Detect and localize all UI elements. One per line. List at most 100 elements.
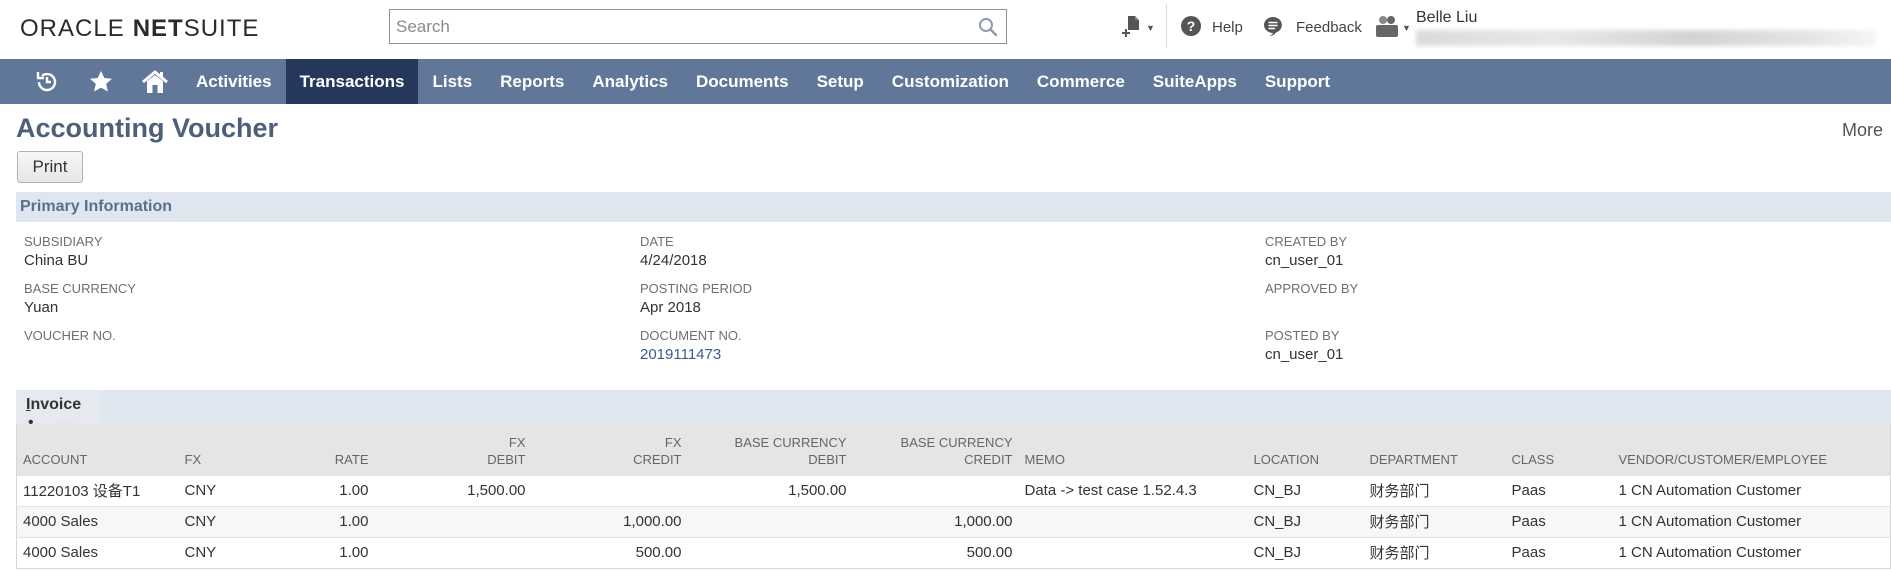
search-icon[interactable]: [978, 17, 998, 37]
cell-department: 财务部门: [1363, 474, 1506, 506]
col-base-credit-line2: CREDIT: [964, 451, 1013, 467]
new-record-icon: [1122, 14, 1144, 42]
field-label: SUBSIDIARY: [24, 234, 103, 249]
cell-department: 财务部门: [1363, 536, 1506, 568]
field-label: DATE: [640, 234, 674, 249]
main-nav: Activities Transactions Lists Reports An…: [0, 59, 1891, 104]
star-icon[interactable]: [74, 59, 128, 104]
chevron-down-icon: ▼: [1402, 22, 1411, 33]
col-memo[interactable]: MEMO: [1018, 424, 1248, 475]
nav-transactions[interactable]: Transactions: [285, 59, 419, 104]
col-rate[interactable]: RATE: [294, 424, 375, 475]
chevron-down-icon: ▼: [1146, 22, 1155, 33]
field-label: POSTING PERIOD: [640, 281, 752, 296]
field-value: cn_user_01: [1265, 252, 1344, 269]
field-label: CREATED BY: [1265, 234, 1348, 249]
field-label: VOUCHER NO.: [24, 328, 116, 343]
global-search[interactable]: [389, 9, 1007, 44]
tab-invoice[interactable]: Invoice •: [16, 390, 100, 431]
col-base-credit-line1: BASE CURRENCY: [900, 434, 1013, 450]
cell-base-credit: 1,000.00: [852, 505, 1019, 537]
col-base-debit-line1: BASE CURRENCY: [734, 434, 847, 450]
cell-fx: CNY: [178, 474, 295, 506]
oracle-netsuite-logo[interactable]: ORACLE NETSUITE: [20, 15, 259, 43]
col-account[interactable]: ACCOUNT: [16, 424, 179, 475]
roles-menu[interactable]: ▼: [1374, 0, 1411, 55]
cell-vendor: 1 CN Automation Customer: [1612, 474, 1891, 506]
table-header-row: ACCOUNT FX RATE FX DEBIT FX CREDIT BASE CU…: [16, 424, 1891, 475]
table-row[interactable]: 11220103 设备T1 CNY 1.00 1,500.00 1,500.00 Data…: [16, 474, 1891, 506]
nav-support[interactable]: Support: [1251, 59, 1344, 104]
col-department[interactable]: DEPARTMENT: [1363, 424, 1506, 475]
col-fx-credit[interactable]: FX CREDIT: [531, 424, 688, 475]
create-new-menu[interactable]: ▼: [1122, 0, 1155, 55]
cell-memo: [1018, 536, 1248, 568]
recent-records-icon[interactable]: [20, 59, 74, 104]
more-menu[interactable]: More: [1842, 120, 1883, 141]
col-fx[interactable]: FX: [178, 424, 295, 475]
cell-account: 11220103 设备T1: [16, 474, 179, 506]
cell-base-debit: [687, 505, 853, 537]
nav-activities[interactable]: Activities: [182, 59, 286, 104]
cell-account: 4000 Sales: [16, 536, 179, 568]
cell-fx-credit: [531, 474, 688, 506]
search-input[interactable]: [390, 10, 950, 43]
col-base-debit[interactable]: BASE CURRENCY DEBIT: [687, 424, 853, 475]
logo-oracle: ORACLE: [20, 15, 125, 42]
field-posting-period: POSTING PERIOD Apr 2018: [640, 281, 752, 316]
nav-analytics[interactable]: Analytics: [578, 59, 682, 104]
cell-vendor: 1 CN Automation Customer: [1612, 536, 1891, 568]
feedback-link[interactable]: Feedback: [1262, 0, 1362, 55]
print-button[interactable]: Print: [17, 151, 83, 183]
col-base-credit[interactable]: BASE CURRENCY CREDIT: [852, 424, 1019, 475]
table-row[interactable]: 4000 Sales CNY 1.00 1,000.00 1,000.00 CN_BJ 财务…: [16, 505, 1891, 537]
cell-memo: Data -> test case 1.52.4.3: [1018, 474, 1248, 506]
field-base-currency: BASE CURRENCY Yuan: [24, 281, 136, 316]
cell-base-debit: 1,500.00: [687, 474, 853, 506]
cell-fx-debit: 1,500.00: [374, 474, 532, 506]
nav-customization[interactable]: Customization: [878, 59, 1023, 104]
page-title: Accounting Voucher: [16, 113, 279, 143]
user-role-redacted: [1416, 30, 1876, 46]
field-label: BASE CURRENCY: [24, 281, 136, 296]
cell-fx-credit: 500.00: [531, 536, 688, 568]
cell-vendor: 1 CN Automation Customer: [1612, 505, 1891, 537]
cell-location: CN_BJ: [1247, 536, 1364, 568]
field-label: APPROVED BY: [1265, 281, 1359, 296]
document-no-link[interactable]: 2019111473: [640, 346, 742, 363]
col-fx-debit-line1: FX: [508, 434, 526, 450]
header-divider: [1166, 4, 1167, 48]
field-value: Apr 2018: [640, 299, 701, 316]
primary-information-header[interactable]: Primary Information: [16, 192, 1891, 222]
col-base-debit-line2: DEBIT: [808, 451, 847, 467]
nav-reports[interactable]: Reports: [486, 59, 578, 104]
cell-account: 4000 Sales: [16, 505, 179, 537]
cell-class: Paas: [1505, 536, 1613, 568]
svg-text:?: ?: [1187, 18, 1196, 34]
nav-lists[interactable]: Lists: [418, 59, 486, 104]
cell-rate: 1.00: [294, 505, 375, 537]
cell-memo: [1018, 505, 1248, 537]
cell-fx-debit: [374, 536, 532, 568]
field-value: Yuan: [24, 299, 59, 316]
field-value: cn_user_01: [1265, 346, 1344, 363]
cell-rate: 1.00: [294, 474, 375, 506]
nav-documents[interactable]: Documents: [682, 59, 803, 104]
col-fx-debit-line2: DEBIT: [487, 451, 526, 467]
cell-fx: CNY: [178, 505, 295, 537]
cell-location: CN_BJ: [1247, 505, 1364, 537]
cell-fx-credit: 1,000.00: [531, 505, 688, 537]
nav-setup[interactable]: Setup: [803, 59, 878, 104]
home-icon[interactable]: [128, 59, 182, 104]
user-name[interactable]: Belle Liu: [1416, 9, 1477, 27]
nav-commerce[interactable]: Commerce: [1023, 59, 1139, 104]
table-row[interactable]: 4000 Sales CNY 1.00 500.00 500.00 CN_BJ 财务部门 Pa…: [16, 536, 1891, 568]
col-vendor[interactable]: VENDOR/CUSTOMER/EMPLOYEE: [1612, 424, 1891, 475]
help-link[interactable]: ? Help: [1180, 0, 1243, 55]
tab-label: nvoice: [30, 396, 82, 413]
col-fx-debit[interactable]: FX DEBIT: [374, 424, 532, 475]
nav-suiteapps[interactable]: SuiteApps: [1139, 59, 1251, 104]
col-class[interactable]: CLASS: [1505, 424, 1613, 475]
col-location[interactable]: LOCATION: [1247, 424, 1364, 475]
cell-base-debit: [687, 536, 853, 568]
